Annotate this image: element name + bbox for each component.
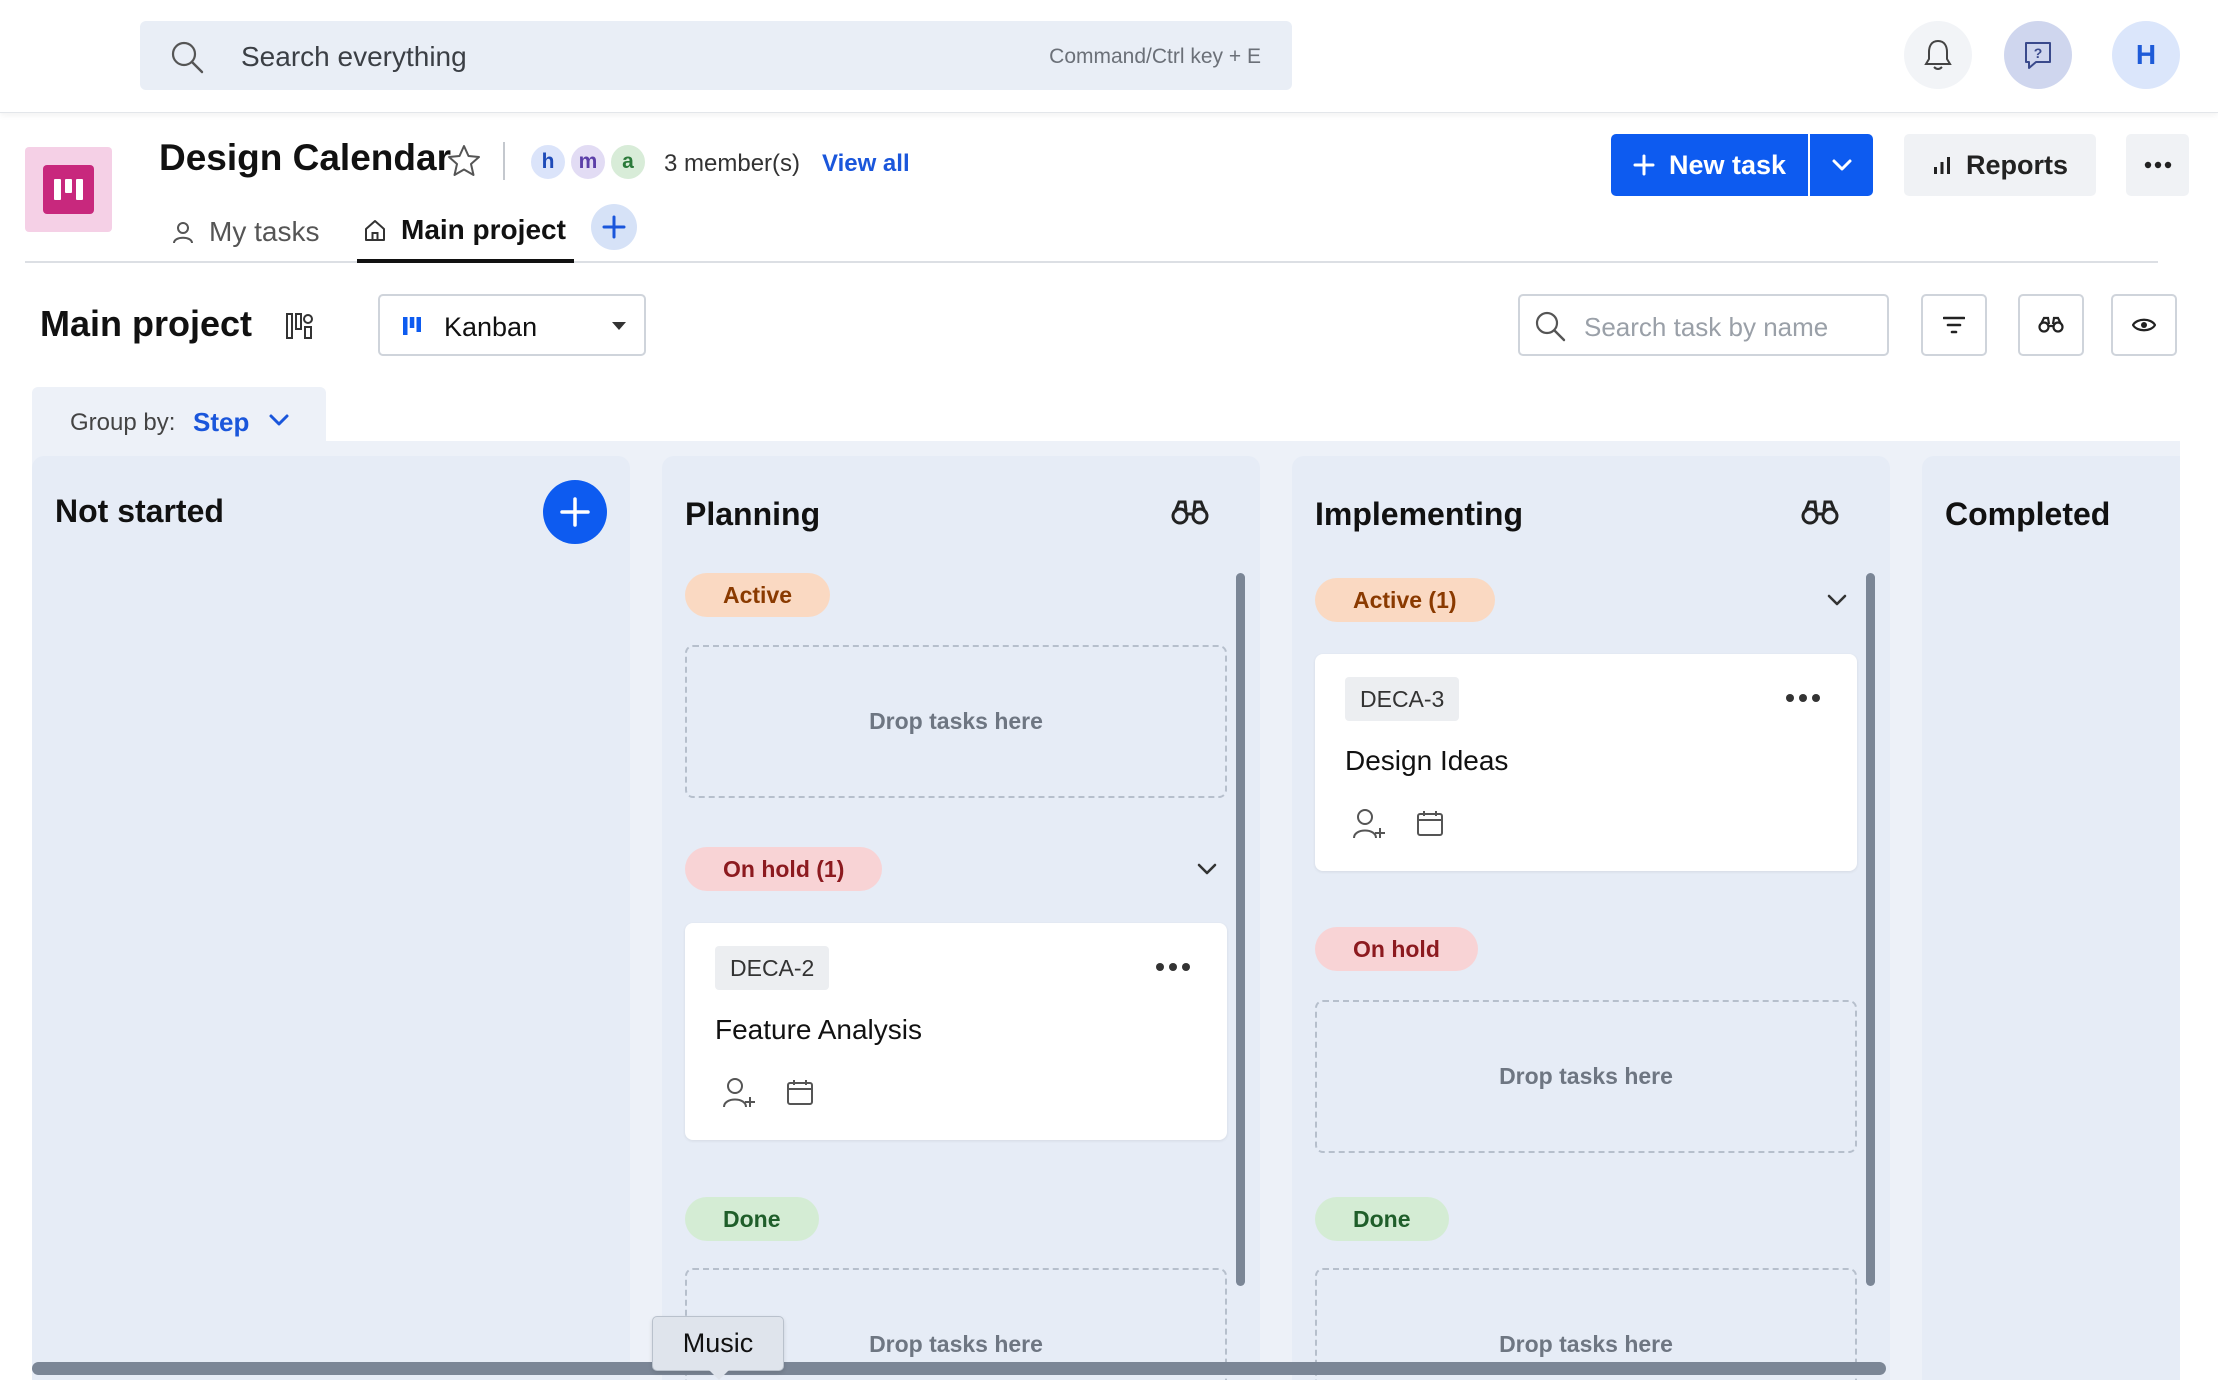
- global-search-input[interactable]: Search everything Command/Ctrl key + E: [140, 21, 1292, 90]
- home-icon: [365, 219, 385, 241]
- column-scrollbar[interactable]: [1866, 573, 1875, 1286]
- drop-zone[interactable]: Drop tasks here: [1315, 1000, 1857, 1153]
- section-active-badge[interactable]: Active: [685, 573, 831, 617]
- column-completed: Completed: [1922, 456, 2180, 1380]
- view-title: Main project: [40, 303, 253, 344]
- plus-icon: [602, 215, 626, 239]
- tab-main-project[interactable]: Main project: [357, 200, 574, 263]
- assign-user-icon[interactable]: [722, 1076, 756, 1110]
- view-mode-label: Kanban: [444, 312, 538, 342]
- reports-label: Reports: [1965, 149, 2068, 180]
- avatar-initial: H: [2135, 39, 2157, 70]
- column-title: Planning: [685, 496, 821, 532]
- eye-icon: [2132, 318, 2156, 332]
- member-avatar[interactable]: a: [609, 143, 647, 181]
- favorite-star-icon[interactable]: [446, 143, 482, 179]
- new-task-label: New task: [1668, 149, 1787, 180]
- visibility-button[interactable]: [2111, 294, 2177, 356]
- bell-icon: [1924, 39, 1952, 70]
- global-search-placeholder: Search everything: [241, 41, 467, 72]
- column-not-started: Not started: [32, 456, 630, 1380]
- kanban-icon: [403, 317, 421, 335]
- tooltip: Music: [652, 1316, 784, 1380]
- task-card[interactable]: DECA-3 Design Ideas: [1315, 654, 1857, 871]
- chevron-down-icon[interactable]: [1192, 854, 1222, 884]
- caret-down-icon: [612, 322, 626, 330]
- view-all-members-link[interactable]: View all: [822, 150, 910, 178]
- member-avatar[interactable]: h: [529, 143, 567, 181]
- view-settings-icon[interactable]: [284, 310, 316, 342]
- drop-zone[interactable]: Drop tasks here: [685, 645, 1227, 798]
- group-by-value: Step: [193, 407, 250, 437]
- user-avatar-button[interactable]: H: [2112, 21, 2180, 89]
- more-horizontal-icon[interactable]: [1785, 692, 1821, 704]
- members-count: 3 member(s): [664, 150, 801, 177]
- task-search-placeholder: Search task by name: [1584, 312, 1829, 342]
- column-title: Implementing: [1315, 496, 1524, 532]
- question-chat-icon: ?: [2025, 42, 2051, 69]
- task-name: Feature Analysis: [715, 1014, 922, 1045]
- binoculars-icon[interactable]: [1171, 498, 1209, 528]
- new-task-dropdown-button[interactable]: [1810, 134, 1873, 196]
- group-by-label: Group by:: [70, 409, 176, 436]
- reports-button[interactable]: Reports: [1904, 134, 2096, 196]
- user-icon: [173, 221, 193, 243]
- task-key: DECA-3: [1345, 677, 1460, 721]
- column-scrollbar[interactable]: [1236, 573, 1245, 1286]
- chevron-down-icon: [269, 414, 289, 426]
- top-bar: Search everything Command/Ctrl key + E ?…: [0, 0, 2218, 113]
- filter-button[interactable]: [1921, 294, 1987, 356]
- column-planning: Planning Active Drop tasks here On hold …: [662, 456, 1260, 1380]
- more-options-button[interactable]: [2126, 134, 2189, 196]
- binoculars-icon[interactable]: [1801, 498, 1839, 528]
- column-implementing: Implementing Active (1) DECA-3 Design Id…: [1292, 456, 1890, 1380]
- add-task-to-column-button[interactable]: [543, 480, 607, 544]
- section-active-badge[interactable]: Active (1): [1315, 578, 1495, 622]
- new-task-button[interactable]: New task: [1611, 134, 1808, 196]
- help-chat-button[interactable]: ?: [2004, 21, 2072, 89]
- notifications-button[interactable]: [1904, 21, 1972, 89]
- chevron-down-icon: [1832, 159, 1851, 171]
- calendar-icon[interactable]: [1416, 809, 1444, 837]
- task-name: Design Ideas: [1345, 745, 1509, 776]
- tab-my-tasks[interactable]: My tasks: [171, 200, 319, 263]
- member-avatar[interactable]: m: [569, 143, 607, 181]
- binoculars-button[interactable]: [2018, 294, 2084, 356]
- project-tabs: My tasks Main project: [25, 200, 2158, 263]
- more-horizontal-icon[interactable]: [1155, 961, 1191, 973]
- board-horizontal-scrollbar[interactable]: [32, 1362, 1886, 1375]
- more-horizontal-icon: [2144, 161, 2171, 169]
- plus-icon: [1633, 154, 1655, 176]
- header-divider: [503, 142, 505, 180]
- add-tab-button[interactable]: [591, 204, 637, 250]
- kanban-board: Not started Planning Active Drop tasks h…: [32, 441, 2180, 1380]
- search-icon: [1535, 311, 1566, 342]
- assign-user-icon[interactable]: [1352, 807, 1386, 841]
- plus-icon: [560, 497, 590, 527]
- binoculars-icon: [2038, 316, 2064, 333]
- tab-label: Main project: [401, 213, 566, 245]
- section-done-badge[interactable]: Done: [685, 1197, 819, 1241]
- column-title: Not started: [55, 493, 224, 529]
- task-key: DECA-2: [715, 946, 830, 990]
- task-search-input[interactable]: Search task by name: [1518, 294, 1889, 356]
- tab-label: My tasks: [209, 215, 320, 247]
- svg-text:?: ?: [2034, 45, 2043, 61]
- task-card[interactable]: DECA-2 Feature Analysis: [685, 923, 1227, 1140]
- bar-chart-icon: [1933, 157, 1950, 174]
- chevron-down-icon[interactable]: [1822, 585, 1852, 615]
- column-title: Completed: [1945, 496, 2111, 532]
- filter-icon: [1943, 316, 1965, 334]
- calendar-icon[interactable]: [786, 1078, 814, 1106]
- search-shortcut-hint: Command/Ctrl key + E: [1049, 45, 1261, 68]
- section-done-badge[interactable]: Done: [1315, 1197, 1449, 1241]
- section-on-hold-badge[interactable]: On hold: [1315, 927, 1478, 971]
- project-title: Design Calendar: [159, 137, 451, 178]
- view-mode-select[interactable]: Kanban: [378, 294, 646, 356]
- search-icon: [171, 41, 204, 74]
- section-on-hold-badge[interactable]: On hold (1): [685, 847, 883, 891]
